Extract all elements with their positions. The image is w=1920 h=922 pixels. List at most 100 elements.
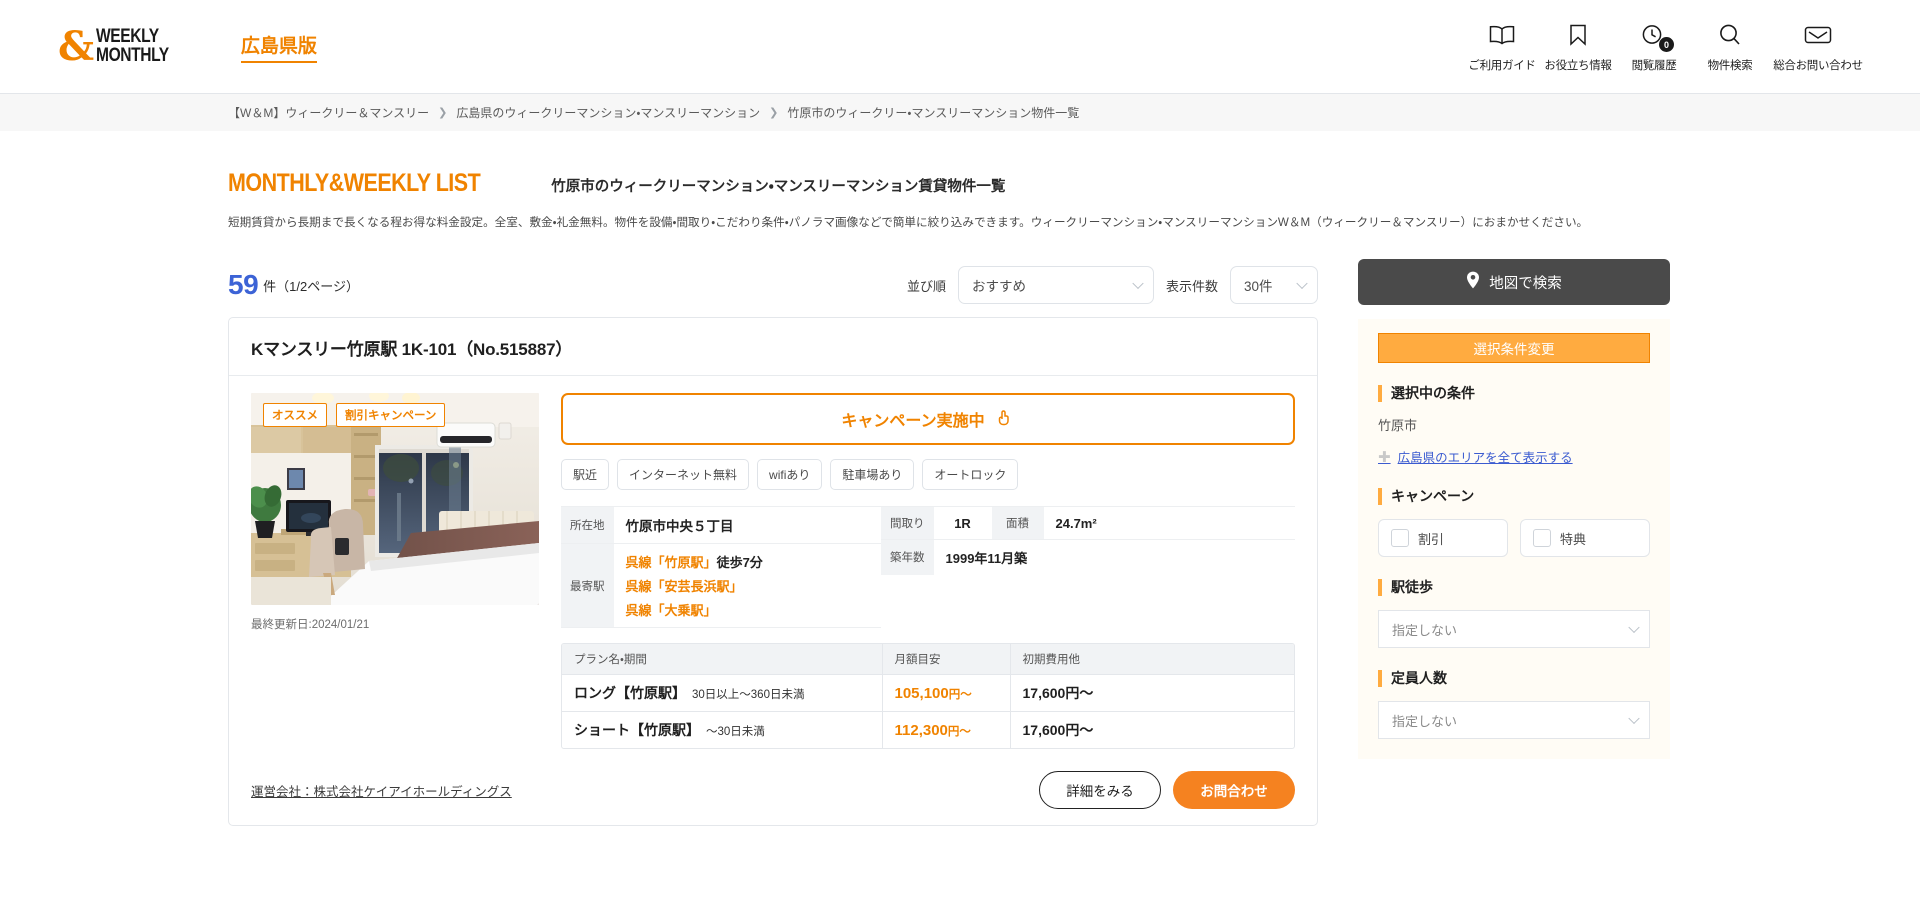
operating-company-link[interactable]: 運営会社：株式会社ケイアイホールディングス <box>251 781 512 800</box>
region-badge[interactable]: 広島県版 <box>240 31 317 63</box>
expand-area-label: 広島県のエリアを全て表示する <box>1397 451 1573 466</box>
plan-header-name: プラン名・期間 <box>562 644 883 675</box>
spec-label-address: 所在地 <box>561 507 614 544</box>
search-icon <box>1718 20 1742 50</box>
contact-button[interactable]: お問合わせ <box>1173 771 1295 810</box>
campaign-filter-label: キャンペーン <box>1391 488 1475 505</box>
capacity-filter-label: 定員人数 <box>1391 670 1447 687</box>
property-title[interactable]: Kマンスリー竹原駅 1K-101（No.515887） <box>251 335 1295 360</box>
checkbox-benefit[interactable]: 特典 <box>1520 519 1650 558</box>
plan-cell-name: ロング【竹原駅】 30日以上〜360日未満 <box>562 674 883 712</box>
results-toolbar: 59 件 （1/2ページ） 並び順 おすすめ 表示件数 30件 <box>228 259 1318 311</box>
results-page-info: （1/2ページ） <box>276 278 359 294</box>
change-conditions-button[interactable]: 選択条件変更 <box>1378 333 1650 364</box>
feature-tags: 駅近 インターネット無料 wifiあり 駐車場あり オートロック <box>561 459 1295 491</box>
spec-value-layout: 1R <box>954 515 971 531</box>
plan-row-long: ロング【竹原駅】 30日以上〜360日未満 105,100円〜 17,600円〜 <box>562 674 1294 712</box>
nav-item-property-search[interactable]: 物件検索 <box>1692 20 1768 73</box>
map-search-button[interactable]: 地図で検索 <box>1358 259 1670 306</box>
nav-item-contact[interactable]: 総合お問い合わせ <box>1768 20 1868 73</box>
walk-selected-value: 指定しない <box>1392 622 1458 638</box>
spec-label-station: 最寄駅 <box>561 544 614 628</box>
ampersand-logo-icon: & <box>58 22 94 70</box>
sort-selected-value: おすすめ <box>971 279 1026 295</box>
station-name[interactable]: 大乗駅 <box>665 603 704 618</box>
campaign-banner[interactable]: キャンペーン実施中 <box>561 393 1295 446</box>
plus-icon: ✚ <box>1378 448 1391 466</box>
station-line: 呉線 <box>625 603 652 619</box>
page-title-en: MONTHLY&WEEKLY LIST <box>228 169 481 197</box>
plan-initial-short: 17,600円〜 <box>1010 711 1294 749</box>
checkbox-discount[interactable]: 割引 <box>1378 519 1508 558</box>
page-body: 59 件 （1/2ページ） 並び順 おすすめ 表示件数 30件 Kマンスリー竹原… <box>0 259 1920 827</box>
breadcrumb-item-prefecture[interactable]: 広島県のウィークリーマンション・マンスリーマンション <box>456 104 760 121</box>
badge-discount-campaign: 割引キャンペーン <box>336 403 446 428</box>
site-logo[interactable]: & WEEKLY MONTHLY <box>58 22 185 70</box>
capacity-selected-value: 指定しない <box>1392 713 1458 729</box>
walk-select[interactable]: 指定しない <box>1378 610 1650 649</box>
tag-autolock[interactable]: オートロック <box>922 459 1019 491</box>
tag-wifi[interactable]: wifiあり <box>757 459 823 491</box>
plan-term-long: 30日以上〜360日未満 <box>692 689 805 702</box>
property-card[interactable]: Kマンスリー竹原駅 1K-101（No.515887） オススメ 割引キャンペー… <box>228 317 1318 827</box>
walk-filter-heading: 駅徒歩 <box>1378 577 1650 597</box>
property-card-header: Kマンスリー竹原駅 1K-101（No.515887） <box>229 318 1317 377</box>
expand-area-link[interactable]: ✚ 広島県のエリアを全て表示する <box>1378 447 1650 466</box>
view-detail-button[interactable]: 詳細をみる <box>1039 771 1161 810</box>
chevron-down-icon <box>1132 278 1144 290</box>
selected-conditions-heading: 選択中の条件 <box>1378 383 1650 403</box>
history-count-badge: 0 <box>1659 37 1674 52</box>
plan-monthly-unit: 円〜 <box>948 688 972 701</box>
breadcrumb-item-home[interactable]: 【W＆M】ウィークリー＆マンスリー <box>228 104 429 121</box>
plan-header-monthly: 月額目安 <box>882 644 1011 675</box>
map-search-label: 地図で検索 <box>1489 275 1562 292</box>
station-walk: 徒歩7分 <box>716 555 763 571</box>
station-entry: 呉線「大乗駅」 <box>625 603 717 619</box>
spec-value-area: 24.7m² <box>1055 515 1097 531</box>
plan-initial-long: 17,600円〜 <box>1010 674 1294 712</box>
section-accent-bar <box>1378 669 1382 687</box>
nav-label-property-search: 物件検索 <box>1707 60 1753 72</box>
property-photo[interactable]: オススメ 割引キャンペーン <box>251 393 539 606</box>
station-name[interactable]: 安芸長浜駅 <box>665 579 730 594</box>
capacity-select[interactable]: 指定しない <box>1378 701 1650 740</box>
plan-monthly-short: 112,300 <box>894 721 948 739</box>
results-count: 59 <box>228 269 259 301</box>
station-entry: 呉線「安芸長浜駅」 <box>625 579 743 595</box>
mail-icon <box>1803 20 1833 50</box>
tag-free-internet[interactable]: インターネット無料 <box>617 459 750 491</box>
breadcrumb-separator-icon: ❯ <box>769 107 779 119</box>
spec-label-age: 築年数 <box>881 540 934 576</box>
per-page-select[interactable]: 30件 <box>1230 266 1318 305</box>
property-info-column: キャンペーン実施中 駅近 インターネット無料 wifiあり 駐車場あり オートロ… <box>561 393 1295 750</box>
spec-row-layout-area: 間取り 1R 面積 24.7m² <box>881 507 1295 541</box>
nav-label-useful-info: お役立ち情報 <box>1544 60 1612 72</box>
plan-term-short: 〜30日未満 <box>706 726 765 739</box>
tag-near-station[interactable]: 駅近 <box>561 459 610 491</box>
nav-item-history[interactable]: 0 閲覧履歴 <box>1616 20 1692 73</box>
property-spec-table: 所在地 竹原市中央５丁目 最寄駅 呉線「竹原駅」徒歩7分 呉線「安芸長浜駅」 呉… <box>561 506 1295 629</box>
plan-name-short: ショート【竹原駅】 <box>574 722 700 739</box>
campaign-label: キャンペーン実施中 <box>841 413 985 431</box>
station-name[interactable]: 竹原駅 <box>665 555 704 570</box>
plan-cell-name: ショート【竹原駅】 〜30日未満 <box>562 711 883 749</box>
spec-value-age: 1999年11月築 <box>945 551 1028 567</box>
per-page-selected-value: 30件 <box>1244 279 1273 295</box>
spec-value-address: 竹原市中央５丁目 <box>625 519 734 535</box>
capacity-filter-heading: 定員人数 <box>1378 668 1650 688</box>
results-count-unit: 件 <box>263 278 277 294</box>
nav-label-contact: 総合お問い合わせ <box>1773 60 1863 72</box>
page-header: MONTHLY&WEEKLY LIST 竹原市のウィークリーマンション・マンスリ… <box>0 131 1920 233</box>
nav-item-useful-info[interactable]: お役立ち情報 <box>1540 20 1616 73</box>
logo-line-monthly: MONTHLY <box>96 44 169 66</box>
sidebar: 地図で検索 選択条件変更 選択中の条件 竹原市 ✚ 広島県のエリアを全て表示する… <box>1358 259 1670 826</box>
property-card-footer: 運営会社：株式会社ケイアイホールディングス 詳細をみる お問合わせ <box>229 757 1317 825</box>
map-pin-icon <box>1466 271 1480 293</box>
sort-select[interactable]: おすすめ <box>957 266 1154 305</box>
nav-item-guide[interactable]: ご利用ガイド <box>1464 20 1540 73</box>
spec-value-stations: 呉線「竹原駅」徒歩7分 呉線「安芸長浜駅」 呉線「大乗駅」 <box>614 544 775 627</box>
walk-filter-label: 駅徒歩 <box>1391 579 1433 596</box>
plan-header-initial: 初期費用他 <box>1010 644 1294 675</box>
tag-parking[interactable]: 駐車場あり <box>830 459 915 491</box>
section-accent-bar <box>1378 384 1382 402</box>
